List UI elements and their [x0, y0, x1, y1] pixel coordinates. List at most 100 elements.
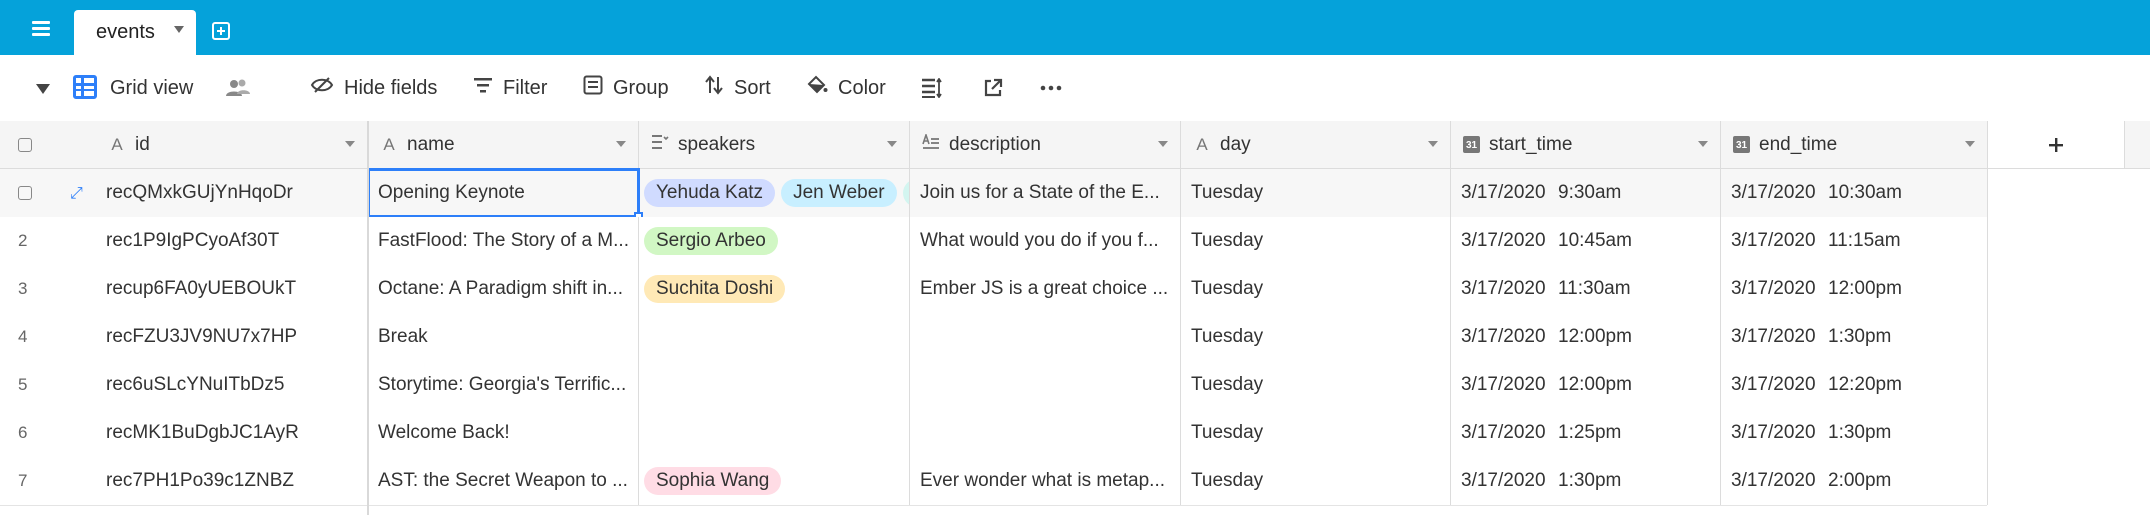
cell-speakers[interactable]: Sergio Arbeo — [639, 217, 910, 265]
view-switcher[interactable]: Grid view — [110, 55, 193, 121]
cell-day[interactable]: Tuesday — [1181, 169, 1451, 217]
select-all-checkbox[interactable] — [18, 137, 32, 152]
column-header-end-time[interactable]: 31 end_time — [1721, 121, 1988, 168]
cell-id[interactable]: recFZU3JV9NU7x7HP — [96, 313, 368, 361]
row-checkbox[interactable] — [18, 186, 32, 200]
column-header-start-time[interactable]: 31 start_time — [1451, 121, 1721, 168]
sort-button[interactable]: Sort — [704, 55, 771, 121]
chevron-down-icon[interactable] — [1428, 141, 1438, 147]
cell-name[interactable]: Octane: A Paradigm shift in... — [368, 265, 639, 313]
hide-fields-button[interactable]: Hide fields — [310, 55, 437, 121]
table-row[interactable]: 6 recMK1BuDgbJC1AyR Welcome Back! Tuesday 3/… — [0, 409, 1988, 458]
cell-start[interactable]: 3/17/2020 11:30am — [1451, 265, 1721, 313]
row-number[interactable]: 2 — [0, 217, 96, 265]
cell-end[interactable]: 3/17/2020 1:30pm — [1721, 409, 1988, 457]
cell-id[interactable]: rec7PH1Po39c1ZNBZ — [96, 457, 368, 505]
cell-speakers[interactable] — [639, 409, 910, 457]
chevron-down-icon[interactable] — [1158, 141, 1168, 147]
time-value: 12:00pm — [1828, 278, 1902, 299]
chevron-down-icon[interactable] — [887, 141, 897, 147]
table-row[interactable]: 4 recFZU3JV9NU7x7HP Break Tuesday 3/17/2020 1… — [0, 313, 1988, 362]
filter-button[interactable]: Filter — [473, 55, 547, 121]
cell-start[interactable]: 3/17/2020 12:00pm — [1451, 361, 1721, 409]
cell-start[interactable]: 3/17/2020 1:30pm — [1451, 457, 1721, 505]
row-number[interactable]: ⤢ — [0, 169, 96, 217]
collaborators-icon[interactable] — [225, 55, 251, 121]
cell-end[interactable]: 3/17/2020 12:20pm — [1721, 361, 1988, 409]
cell-description[interactable]: What would you do if you f... — [910, 217, 1181, 265]
cell-description[interactable] — [910, 313, 1181, 361]
cell-description[interactable]: Ember JS is a great choice ... — [910, 265, 1181, 313]
cell-name[interactable]: AST: the Secret Weapon to ... — [368, 457, 639, 505]
cell-day[interactable]: Tuesday — [1181, 361, 1451, 409]
cell-description[interactable] — [910, 361, 1181, 409]
column-header-day[interactable]: A day — [1181, 121, 1451, 168]
row-number[interactable]: 4 — [0, 313, 96, 361]
expand-record-icon[interactable]: ⤢ — [70, 185, 83, 203]
column-header-speakers[interactable]: speakers — [639, 121, 910, 168]
cell-name[interactable]: Welcome Back! — [368, 409, 639, 457]
column-header-description[interactable]: description — [910, 121, 1181, 168]
add-field-button[interactable] — [1988, 121, 2125, 168]
cell-name[interactable]: FastFlood: The Story of a M... — [368, 217, 639, 265]
row-number[interactable]: 3 — [0, 265, 96, 313]
table-row[interactable]: 2 rec1P9IgPCyoAf30T FastFlood: The Story o… — [0, 217, 1988, 266]
tab-events[interactable]: events — [74, 10, 196, 55]
cell-start[interactable]: 3/17/2020 1:25pm — [1451, 409, 1721, 457]
column-header-name[interactable]: A name — [368, 121, 639, 168]
table-row[interactable]: ⤢ recQMxkGUjYnHqoDr Opening Keynote Yehuda … — [0, 168, 1988, 218]
cell-end[interactable]: 3/17/2020 12:00pm — [1721, 265, 1988, 313]
row-number[interactable]: 6 — [0, 409, 96, 457]
cell-speakers[interactable] — [639, 361, 910, 409]
cell-speakers[interactable] — [639, 313, 910, 361]
cell-name[interactable]: Storytime: Georgia's Terrific... — [368, 361, 639, 409]
cell-description[interactable]: Join us for a State of the E... — [910, 169, 1181, 217]
cell-day[interactable]: Tuesday — [1181, 313, 1451, 361]
cell-id[interactable]: rec6uSLcYNuITbDz5 — [96, 361, 368, 409]
cell-id[interactable]: recup6FA0yUEBOUkT — [96, 265, 368, 313]
view-toolbar: Grid view Hide fields Filter Group Sort — [0, 55, 2150, 122]
group-button[interactable]: Group — [583, 55, 669, 121]
cell-day[interactable]: Tuesday — [1181, 457, 1451, 505]
cell-name[interactable]: Break — [368, 313, 639, 361]
cell-id[interactable]: rec1P9IgPCyoAf30T — [96, 217, 368, 265]
cell-end[interactable]: 3/17/2020 11:15am — [1721, 217, 1988, 265]
row-number[interactable]: 7 — [0, 457, 96, 505]
cell-day[interactable]: Tuesday — [1181, 217, 1451, 265]
cell-day[interactable]: Tuesday — [1181, 265, 1451, 313]
chevron-down-icon[interactable] — [1965, 141, 1975, 147]
cell-speakers[interactable]: Suchita Doshi — [639, 265, 910, 313]
row-number[interactable]: 5 — [0, 361, 96, 409]
cell-end[interactable]: 3/17/2020 1:30pm — [1721, 313, 1988, 361]
select-all-checkbox-cell[interactable] — [0, 121, 96, 168]
row-height-icon[interactable] — [921, 55, 943, 121]
cell-name-active[interactable]: Opening Keynote — [367, 168, 640, 218]
color-button[interactable]: Color — [806, 55, 886, 121]
cell-speakers[interactable]: Sophia Wang — [639, 457, 910, 505]
menu-icon[interactable] — [28, 16, 58, 40]
table-row[interactable]: 5 rec6uSLcYNuITbDz5 Storytime: Georgia's T… — [0, 361, 1988, 410]
more-options-icon[interactable] — [1040, 55, 1062, 121]
table-row[interactable]: 7 rec7PH1Po39c1ZNBZ AST: the Secret Weapon… — [0, 457, 1988, 506]
chevron-down-icon[interactable] — [616, 141, 626, 147]
column-header-id[interactable]: A id — [96, 121, 368, 168]
cell-id[interactable]: recMK1BuDgbJC1AyR — [96, 409, 368, 457]
cell-day[interactable]: Tuesday — [1181, 409, 1451, 457]
chevron-down-icon[interactable] — [174, 26, 184, 33]
views-toggle-icon[interactable] — [36, 84, 50, 94]
cell-speakers[interactable]: Yehuda Katz Jen Weber — [639, 169, 910, 217]
add-table-icon[interactable] — [212, 22, 230, 40]
share-view-icon[interactable] — [983, 55, 1003, 121]
cell-end[interactable]: 3/17/2020 10:30am — [1721, 169, 1988, 217]
chevron-down-icon[interactable] — [345, 141, 355, 147]
cell-start[interactable]: 3/17/2020 10:45am — [1451, 217, 1721, 265]
table-row[interactable]: 3 recup6FA0yUEBOUkT Octane: A Paradigm shi… — [0, 265, 1988, 314]
cell-description[interactable]: Ever wonder what is metap... — [910, 457, 1181, 505]
cell-description[interactable] — [910, 409, 1181, 457]
cell-start[interactable]: 3/17/2020 12:00pm — [1451, 313, 1721, 361]
chevron-down-icon[interactable] — [1698, 141, 1708, 147]
cell-id[interactable]: recQMxkGUjYnHqoDr — [96, 169, 368, 217]
cell-start[interactable]: 3/17/2020 9:30am — [1451, 169, 1721, 217]
cell-end[interactable]: 3/17/2020 2:00pm — [1721, 457, 1988, 505]
frozen-column-divider[interactable] — [367, 121, 369, 515]
